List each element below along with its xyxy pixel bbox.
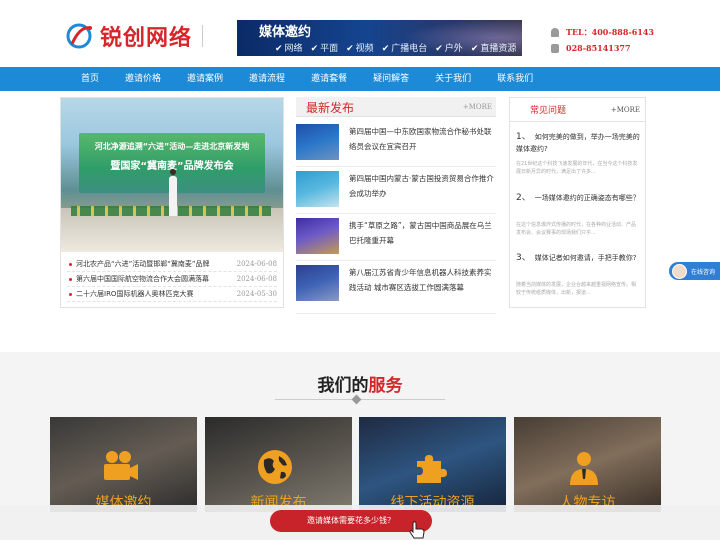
hero-news-list: 河北农产品“六进”活动暨邯郸“冀南麦”品牌 2024-06-08 第六届中国国际… — [67, 257, 277, 302]
news-item[interactable]: 第八届江苏省青少年信息机器人科技素养实践活动 城市赛区选拔工作圆满落幕 — [296, 265, 496, 310]
hand-pointer-icon — [409, 521, 425, 539]
divider — [296, 313, 496, 314]
contact-tel: TEL：400-888-6143 — [551, 24, 654, 40]
divider — [296, 166, 496, 167]
divider — [296, 213, 496, 214]
contact-phone-text: 028-85141377 — [566, 43, 631, 53]
latest-more-link[interactable]: +MORE — [463, 103, 492, 111]
news-thumbnail — [296, 218, 339, 254]
consult-label: 在线咨询 — [691, 268, 716, 276]
online-consult-button[interactable]: 在线咨询 — [669, 262, 720, 280]
nav-item-faq[interactable]: 疑问解答 — [360, 67, 422, 91]
latest-news-panel: 最新发布 +MORE 第四届中国—中东欧国家物流合作秘书处联络员会议在宜宾召开 … — [296, 97, 496, 315]
list-item-title: 第六届中国国际航空物流合作大会圆满落幕 — [67, 272, 209, 286]
faq-more-link[interactable]: +MORE — [611, 106, 640, 114]
phone-icon — [551, 27, 559, 37]
globe-icon — [258, 450, 292, 484]
banner-tag: 直播资源 — [471, 41, 516, 54]
logo-icon — [66, 23, 92, 49]
banner-tag: 视频 — [346, 41, 374, 54]
stage-screen-line1: 河北净源追溯“六进”活动—走进北京新发地 — [94, 142, 250, 151]
list-item[interactable]: 河北农产品“六进”活动暨邯郸“冀南麦”品牌 2024-06-08 — [67, 257, 277, 272]
faq-question-text: 一场媒体邀约的正确姿态有哪些？ — [534, 194, 640, 202]
nav-item-process[interactable]: 邀请流程 — [236, 67, 298, 91]
faq-number: 2、 — [516, 193, 531, 203]
list-item-title: 二十六届IRO国际机器人奥林匹克大赛 — [67, 287, 193, 301]
nav-item-packages[interactable]: 邀请套餐 — [298, 67, 360, 91]
service-card-media[interactable]: 媒体邀约 — [50, 417, 197, 512]
nav-item-home[interactable]: 首页 — [68, 67, 112, 91]
list-item-date: 2024-05-30 — [236, 290, 277, 298]
faq-answer: 随着当前媒体的发展，企业合越来越重视网络宣传。相较于传统纸质媒体，出新，报道..… — [516, 282, 637, 296]
main-nav: 首页 邀请价格 邀请案例 邀请流程 邀请套餐 疑问解答 关于我们 联系我们 — [0, 67, 720, 91]
logo-divider — [202, 25, 204, 47]
service-card-offline[interactable]: 线下活动资源 — [359, 417, 506, 512]
banner-tag: 网络 — [275, 41, 303, 54]
banner-tag: 平面 — [311, 41, 338, 54]
speaker-figure — [169, 169, 177, 216]
news-title: 第八届江苏省青少年信息机器人科技素养实践活动 城市赛区选拔工作圆满落幕 — [349, 268, 492, 292]
hero-image[interactable]: 河北净源追溯“六进”活动—走进北京新发地 暨国家“冀南麦”品牌发布会 — [61, 98, 283, 252]
nav-item-contact[interactable]: 联系我们 — [484, 67, 546, 91]
list-item-title: 河北农产品“六进”活动暨邯郸“冀南麦”品牌 — [67, 257, 210, 271]
divider — [296, 260, 496, 261]
contact-tel-text: TEL：400-888-6143 — [566, 26, 654, 37]
contact-phone: 028-85141377 — [551, 40, 654, 56]
site-header: 锐创网络 媒体邀约 网络 平面 视频 广播电台 户外 直播资源 TEL：400-… — [0, 0, 720, 67]
news-title: 携手“草原之路”，蒙古国中国商品展在乌兰巴托隆重开幕 — [349, 221, 492, 245]
faq-number: 3、 — [516, 253, 531, 263]
faq-title: 常见问题 — [530, 106, 567, 116]
faq-answer: 在这个信息爆炸式传播的时代，在各种商业活动、产品发布会、会议赛事的现场我们只乎.… — [516, 222, 637, 236]
list-item-date: 2024-06-08 — [236, 260, 277, 268]
news-item[interactable]: 第四届中国—中东欧国家物流合作秘书处联络员会议在宜宾召开 — [296, 124, 496, 169]
news-thumbnail — [296, 265, 339, 301]
faq-question[interactable]: 2、 一场媒体邀约的正确姿态有哪些？ — [516, 192, 644, 204]
news-thumbnail — [296, 171, 339, 207]
mobile-icon — [551, 43, 559, 53]
banner-tag: 广播电台 — [382, 41, 427, 54]
nav-item-about[interactable]: 关于我们 — [422, 67, 484, 91]
services-title-highlight: 服务 — [368, 376, 403, 396]
banner-tag: 户外 — [435, 41, 463, 54]
avatar — [672, 263, 687, 279]
news-title: 第四届中国内蒙古·蒙古国投资贸易合作推介会成功举办 — [349, 174, 494, 198]
latest-title: 最新发布 — [306, 101, 355, 115]
puzzle-icon — [417, 455, 447, 483]
contact-info: TEL：400-888-6143 028-85141377 — [551, 24, 654, 56]
list-item-date: 2024-06-08 — [236, 275, 277, 283]
faq-question-text: 媒体记者如何邀请，手把手教你? — [534, 254, 637, 262]
faq-panel: 常见问题 +MORE 1、 如何完美的做到，举办一场完美的媒体邀约? 在21世纪这… — [509, 97, 646, 308]
services-title: 我们的服务 — [0, 371, 720, 396]
news-thumbnail — [296, 124, 339, 160]
hero-panel: 河北净源追溯“六进”活动—走进北京新发地 暨国家“冀南麦”品牌发布会 河北农产品… — [60, 97, 284, 308]
faq-question[interactable]: 1、 如何完美的做到，举办一场完美的媒体邀约? — [516, 131, 644, 155]
header-banner[interactable]: 媒体邀约 网络 平面 视频 广播电台 户外 直播资源 — [237, 20, 522, 56]
logo-text: 锐创网络 — [100, 25, 193, 51]
list-item[interactable]: 二十六届IRO国际机器人奥林匹克大赛 2024-05-30 — [67, 287, 277, 302]
news-title: 第四届中国—中东欧国家物流合作秘书处联络员会议在宜宾召开 — [349, 127, 492, 151]
services-title-prefix: 我们的 — [317, 376, 369, 396]
nav-item-cases[interactable]: 邀请案例 — [174, 67, 236, 91]
faq-question[interactable]: 3、 媒体记者如何邀请，手把手教你? — [516, 252, 644, 264]
faq-header: 常见问题 +MORE — [510, 98, 645, 122]
logo[interactable]: 锐创网络 — [66, 20, 204, 52]
banner-title: 媒体邀约 — [259, 25, 312, 40]
person-icon — [570, 452, 598, 485]
faq-answer: 在21世纪这个科技飞速发展的年代，在当今这个科技发展日新月异的时代，满足出了许多… — [516, 161, 638, 175]
service-card-news[interactable]: 新闻发布 — [205, 417, 352, 512]
faq-question-text: 如何完美的做到，举办一场完美的媒体邀约? — [516, 133, 640, 153]
camera-icon — [104, 451, 138, 480]
news-item[interactable]: 携手“草原之路”，蒙古国中国商品展在乌兰巴托隆重开幕 — [296, 218, 496, 263]
service-card-interview[interactable]: 人物专访 — [514, 417, 661, 512]
banner-tags: 网络 平面 视频 广播电台 户外 直播资源 — [275, 41, 517, 54]
latest-header: 最新发布 +MORE — [296, 97, 496, 117]
faq-number: 1、 — [516, 132, 531, 142]
nav-item-price[interactable]: 邀请价格 — [112, 67, 174, 91]
news-item[interactable]: 第四届中国内蒙古·蒙古国投资贸易合作推介会成功举办 — [296, 171, 496, 216]
list-item[interactable]: 第六届中国国际航空物流合作大会圆满落幕 2024-06-08 — [67, 272, 277, 287]
